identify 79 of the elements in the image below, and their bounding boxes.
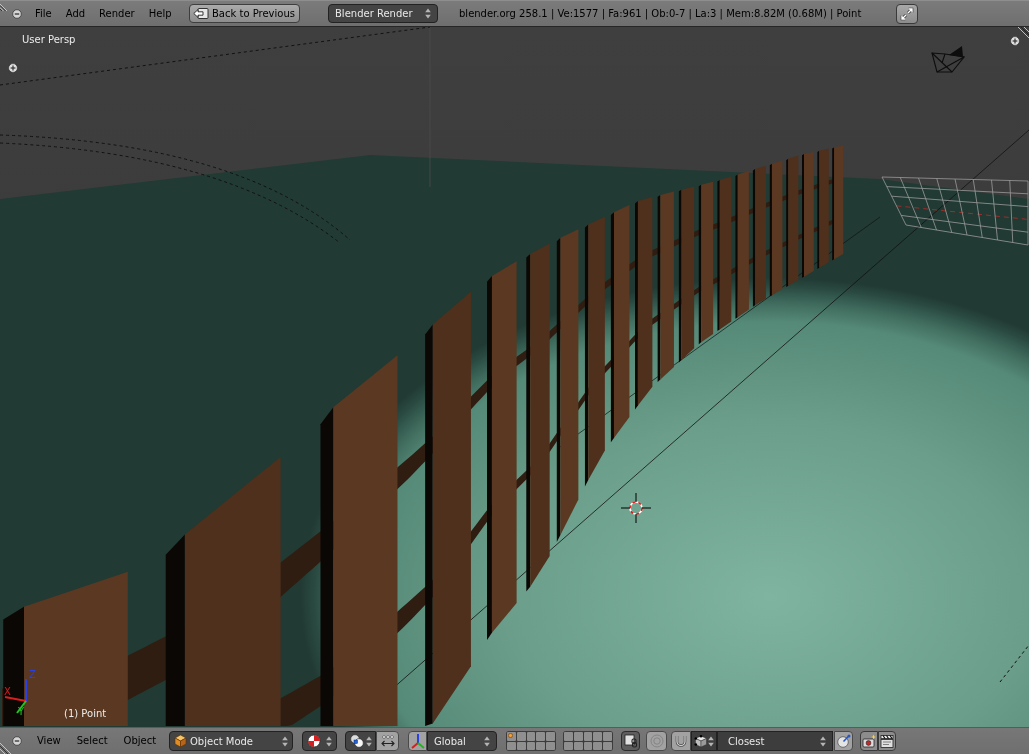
dots-double-arrow-icon — [379, 734, 396, 748]
layer-button[interactable] — [593, 732, 603, 741]
magnet-icon — [674, 734, 688, 748]
orientation-dropdown[interactable]: Global — [427, 731, 497, 751]
plus-icon[interactable] — [8, 63, 18, 73]
snap-target-dropdown[interactable]: Closest — [717, 731, 833, 751]
area-corner-icon[interactable] — [1018, 27, 1029, 38]
3d-cursor-icon — [621, 493, 651, 523]
shading-dropdown[interactable] — [302, 731, 337, 751]
camera-star-icon — [862, 734, 876, 748]
render-animation-button[interactable] — [878, 731, 896, 751]
layer-button[interactable] — [573, 741, 583, 750]
layer-button[interactable] — [516, 732, 526, 741]
menu-button[interactable]: Help — [141, 5, 179, 22]
menu-button[interactable]: Select — [68, 733, 116, 749]
layer-button[interactable] — [583, 732, 593, 741]
updown-caret-icon — [282, 735, 288, 747]
axis-gizmo-icon — [4, 678, 27, 714]
pivot-dropdown[interactable] — [345, 731, 376, 751]
mode-dropdown[interactable]: Object Mode — [169, 731, 293, 751]
camera-wireframe-icon — [931, 45, 965, 73]
layer-button[interactable] — [593, 741, 603, 750]
collapse-icon[interactable] — [12, 736, 22, 746]
axis-label: X — [4, 686, 11, 697]
layer-button[interactable] — [507, 732, 516, 741]
plus-icon[interactable] — [1010, 36, 1020, 46]
manipulator-toggle[interactable] — [376, 731, 399, 751]
layer-button[interactable] — [526, 732, 536, 741]
render-engine-dropdown[interactable]: Blender Render — [328, 4, 438, 23]
lock-layers-toggle[interactable] — [621, 731, 640, 751]
render-still-button[interactable] — [860, 731, 878, 751]
view-name-label: User Persp — [22, 33, 76, 46]
collapse-icon[interactable] — [12, 8, 22, 19]
updown-caret-icon — [484, 735, 490, 747]
menu-button[interactable]: View — [29, 733, 69, 749]
layer-button[interactable] — [603, 741, 612, 750]
two-circles-icon — [349, 734, 365, 748]
vertex-cube-icon — [694, 734, 708, 748]
updown-caret-icon — [820, 735, 826, 747]
updown-caret-icon — [366, 735, 372, 747]
area-corner-icon[interactable] — [0, 743, 11, 754]
menu-button[interactable]: File — [28, 5, 59, 22]
back-arrow-icon — [193, 7, 209, 20]
layer-button[interactable] — [507, 741, 516, 750]
proportional-edit-toggle[interactable] — [646, 731, 667, 751]
fullscreen-button[interactable] — [896, 3, 918, 24]
snap-toggle[interactable] — [671, 731, 691, 751]
dot-icon — [508, 733, 513, 738]
expand-arrows-icon — [900, 6, 914, 21]
clapperboard-icon — [880, 734, 894, 748]
object-name-label: (1) Point — [64, 707, 107, 720]
updown-caret-icon — [326, 735, 332, 747]
layer-button[interactable] — [546, 741, 555, 750]
axis-label: Z — [29, 669, 36, 680]
layer-button[interactable] — [564, 741, 573, 750]
transform-manipulator-button[interactable] — [408, 731, 427, 751]
layer-button[interactable] — [526, 741, 536, 750]
concentric-circles-icon — [649, 734, 664, 748]
back-to-previous-button[interactable]: Back to Previous — [189, 4, 300, 23]
linked-square-icon — [623, 734, 638, 748]
updown-caret-icon — [425, 8, 431, 19]
layer-button[interactable] — [573, 732, 583, 741]
axes-icon — [410, 733, 425, 749]
align-rotation-toggle[interactable] — [834, 731, 853, 751]
updown-caret-icon — [708, 735, 714, 747]
menu-button[interactable]: Add — [58, 5, 93, 22]
menu-button[interactable]: Render — [92, 5, 142, 22]
snap-element-dropdown[interactable] — [691, 731, 717, 751]
layer-button[interactable] — [583, 741, 593, 750]
scene-stats-text: blender.org 258.1 | Ve:1577 | Fa:961 | Ob:0-7 | La:3 | Mem:8.82M (0.68M) | Point — [459, 7, 863, 21]
checker-sphere-icon — [307, 734, 321, 748]
layer-button[interactable] — [516, 741, 526, 750]
menu-button[interactable]: Object — [115, 733, 165, 749]
axis-label: Y — [18, 706, 25, 717]
disc-needle-icon — [836, 734, 851, 748]
area-corner-icon[interactable] — [0, 3, 8, 11]
cube-icon — [174, 734, 187, 748]
layer-button[interactable] — [536, 732, 546, 741]
layer-button[interactable] — [536, 741, 546, 750]
